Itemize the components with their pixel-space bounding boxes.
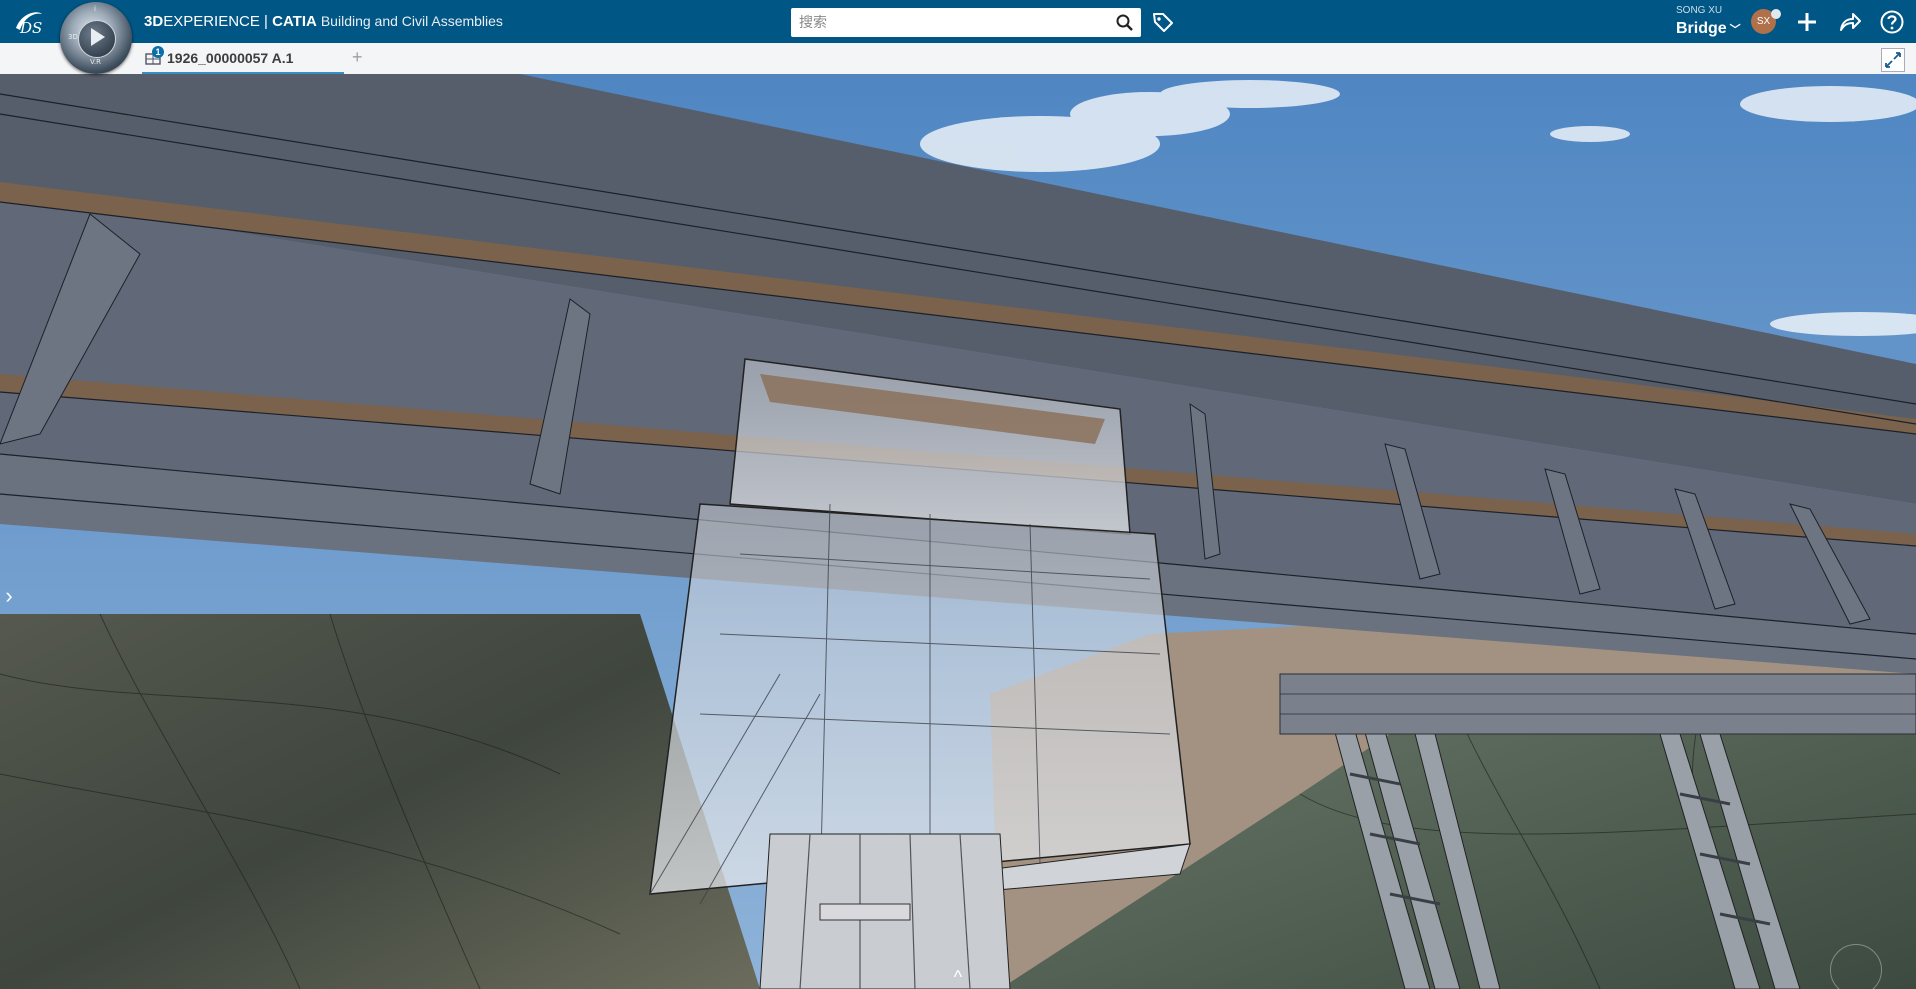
play-icon[interactable] (91, 28, 105, 46)
help-icon[interactable] (1879, 9, 1905, 35)
brand-catia: CATIA (272, 13, 317, 30)
app-subtitle: Building and Civil Assemblies (320, 13, 503, 29)
deck-grid-right (1279, 673, 1916, 735)
tab-label: 1926_00000057 A.1 (167, 50, 294, 66)
workspace-name: Bridge (1676, 20, 1727, 37)
pier-crossbar (819, 903, 911, 921)
fullscreen-icon[interactable] (1881, 48, 1905, 72)
tab-badge: 1 (152, 46, 164, 58)
search-box[interactable] (791, 8, 1141, 37)
brand-experience: EXPERIENCE (163, 13, 260, 30)
navigation-widget[interactable] (1830, 944, 1882, 989)
workspace-selector[interactable]: Bridge ﹀ (1676, 20, 1741, 38)
chevron-down-icon: ﹀ (1729, 24, 1741, 36)
tab-model[interactable]: 1 1926_00000057 A.1 (142, 43, 344, 74)
title-separator: | (259, 13, 273, 30)
share-icon[interactable] (1837, 9, 1863, 35)
user-name: SONG XU (1676, 5, 1723, 16)
brand-3d: 3D (144, 13, 164, 30)
add-tab-button[interactable]: + (352, 47, 363, 68)
svg-text:DS: DS (19, 19, 42, 37)
bridge-scene[interactable] (0, 74, 1916, 989)
left-panel-toggle[interactable]: › (0, 578, 18, 614)
search-icon[interactable] (1115, 13, 1135, 33)
tab-bar: 1 1926_00000057 A.1 + (0, 43, 1916, 75)
compass-label-info[interactable]: i (94, 5, 96, 13)
app-title: 3DEXPERIENCE | CATIA Building and Civil A… (144, 13, 503, 30)
tag-icon[interactable] (1150, 9, 1176, 35)
add-icon[interactable] (1794, 9, 1820, 35)
user-menu[interactable]: SONG XU Bridge ﹀ (1676, 5, 1741, 39)
compass-label-3d[interactable]: 3D (68, 33, 78, 41)
bottom-panel-toggle[interactable]: ^ (942, 966, 974, 988)
terrain-left (0, 614, 760, 989)
top-bar: DS 3DEXPERIENCE | CATIA Building and Civi… (0, 0, 1916, 43)
compass-icon[interactable]: 3D V.R i (60, 2, 132, 74)
search-input[interactable] (791, 8, 1099, 37)
3d-viewport[interactable]: › (0, 74, 1916, 989)
notification-dot-icon (1771, 9, 1781, 19)
ds-logo-icon[interactable]: DS (12, 6, 46, 38)
compass-label-vr[interactable]: V.R (90, 58, 101, 66)
